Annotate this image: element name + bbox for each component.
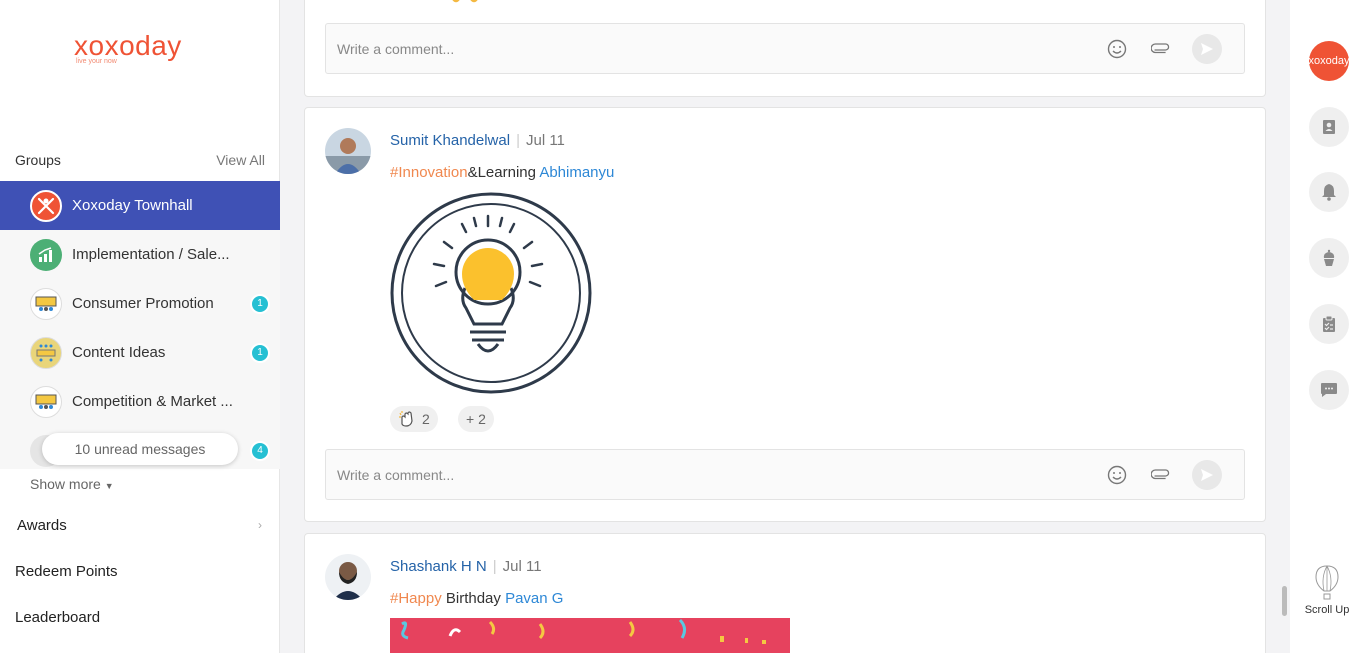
contacts-icon[interactable] [1309,107,1349,147]
chat-icon[interactable] [1309,370,1349,410]
group-label: Implementation / Sale... [72,246,230,263]
post-header: Shashank H N | Jul 11 [390,558,542,575]
emoji-fragment-icon [452,0,478,3]
group-item-content-ideas[interactable]: Content Ideas 1 [0,328,280,377]
nav-redeem-points[interactable]: Redeem Points [15,563,118,580]
comment-input[interactable]: Write a comment... [337,467,454,483]
clap-icon [399,411,413,427]
send-icon [1201,469,1213,481]
group-item-competition-market[interactable]: Competition & Market ... [0,377,280,426]
attachment-icon[interactable] [1149,462,1175,488]
post-body: #Happy Birthday Pavan G [390,590,563,607]
post-date: Jul 11 [502,558,542,575]
nav-leaderboard[interactable]: Leaderboard [15,609,100,626]
brand-logo[interactable]: xoxoday live your now [74,30,182,65]
plus-reaction[interactable]: + 2 [458,406,494,432]
view-all-link[interactable]: View All [216,152,265,168]
left-sidebar: xoxoday live your now Groups View All Xo… [0,0,280,653]
show-more-button[interactable]: Show more ▼ [30,476,114,492]
send-icon [1201,43,1213,55]
birthday-image[interactable] [390,618,790,653]
attachment-icon[interactable] [1149,36,1175,62]
post-body: #Innovation&Learning Abhimanyu [390,164,614,181]
clipboard-icon[interactable] [1309,304,1349,344]
meeting-icon [30,287,62,320]
hashtag-link[interactable]: #Happy [390,590,442,607]
author-name[interactable]: Shashank H N [390,558,487,575]
hashtag-link[interactable]: #Innovation [390,164,468,181]
author-avatar[interactable] [325,554,371,600]
group-label: Xoxoday Townhall [72,197,193,214]
show-more-label: Show more [30,476,101,492]
mention-link[interactable]: Abhimanyu [539,164,614,181]
nav-awards[interactable]: Awards [17,517,67,534]
post-header: Sumit Khandelwal | Jul 11 [390,132,565,149]
emoji-icon[interactable] [1104,36,1130,62]
hot-air-balloon-icon [1315,565,1339,600]
group-list: Xoxoday Townhall Implementation / Sale..… [0,181,280,469]
separator: | [492,558,497,575]
unread-badge: 4 [250,440,270,461]
reaction-count: 2 [422,411,430,427]
lightbulb-image[interactable] [390,192,592,394]
chevron-right-icon: › [258,518,262,532]
cupcake-icon[interactable] [1309,238,1349,278]
post-text: &Learning [467,164,536,181]
group-item-implementation[interactable]: Implementation / Sale... [0,230,280,279]
right-rail: xoxoday Scroll Up [1290,0,1364,653]
chart-icon [30,238,62,271]
bell-icon[interactable] [1309,172,1349,212]
meeting-icon [30,385,62,418]
townhall-avatar [30,189,62,222]
post-card: Shashank H N | Jul 11 #Happy Birthday Pava… [304,533,1266,653]
comment-box: Write a comment... [325,23,1245,74]
scroll-up-label: Scroll Up [1304,604,1350,616]
mention-link[interactable]: Pavan G [505,590,563,607]
author-name[interactable]: Sumit Khandelwal [390,132,510,149]
group-label: Content Ideas [72,344,166,361]
feed-scrollbar[interactable] [1282,586,1287,616]
emoji-icon[interactable] [1104,462,1130,488]
reaction-count: + 2 [466,411,486,427]
groups-header: Groups View All [15,152,265,168]
caret-down-icon: ▼ [104,481,114,491]
group-item-consumer-promotion[interactable]: Consumer Promotion 1 [0,279,280,328]
groups-title: Groups [15,152,61,168]
post-card-previous: Write a comment... [304,0,1266,97]
group-label: Consumer Promotion [72,295,214,312]
post-card: Sumit Khandelwal | Jul 11 #Innovation&Lear… [304,107,1266,522]
post-text: Birthday [441,590,501,607]
comment-input[interactable]: Write a comment... [337,41,454,57]
post-date: Jul 11 [525,132,565,149]
scroll-up-button[interactable]: Scroll Up [1302,565,1352,616]
group-label: Competition & Market ... [72,393,233,410]
unread-messages-pill[interactable]: 10 unread messages [42,433,238,465]
comment-box: Write a comment... [325,449,1245,500]
send-button[interactable] [1192,34,1222,64]
xoxoday-logo-button[interactable]: xoxoday [1309,41,1350,81]
group-item-xoxoday-townhall[interactable]: Xoxoday Townhall [0,181,280,230]
separator: | [516,132,520,149]
clap-reaction[interactable]: 2 [390,406,438,432]
unread-badge: 1 [250,342,270,363]
content-ideas-icon [30,336,62,369]
send-button[interactable] [1192,460,1222,490]
author-avatar[interactable] [325,128,371,174]
unread-badge: 1 [250,293,270,314]
